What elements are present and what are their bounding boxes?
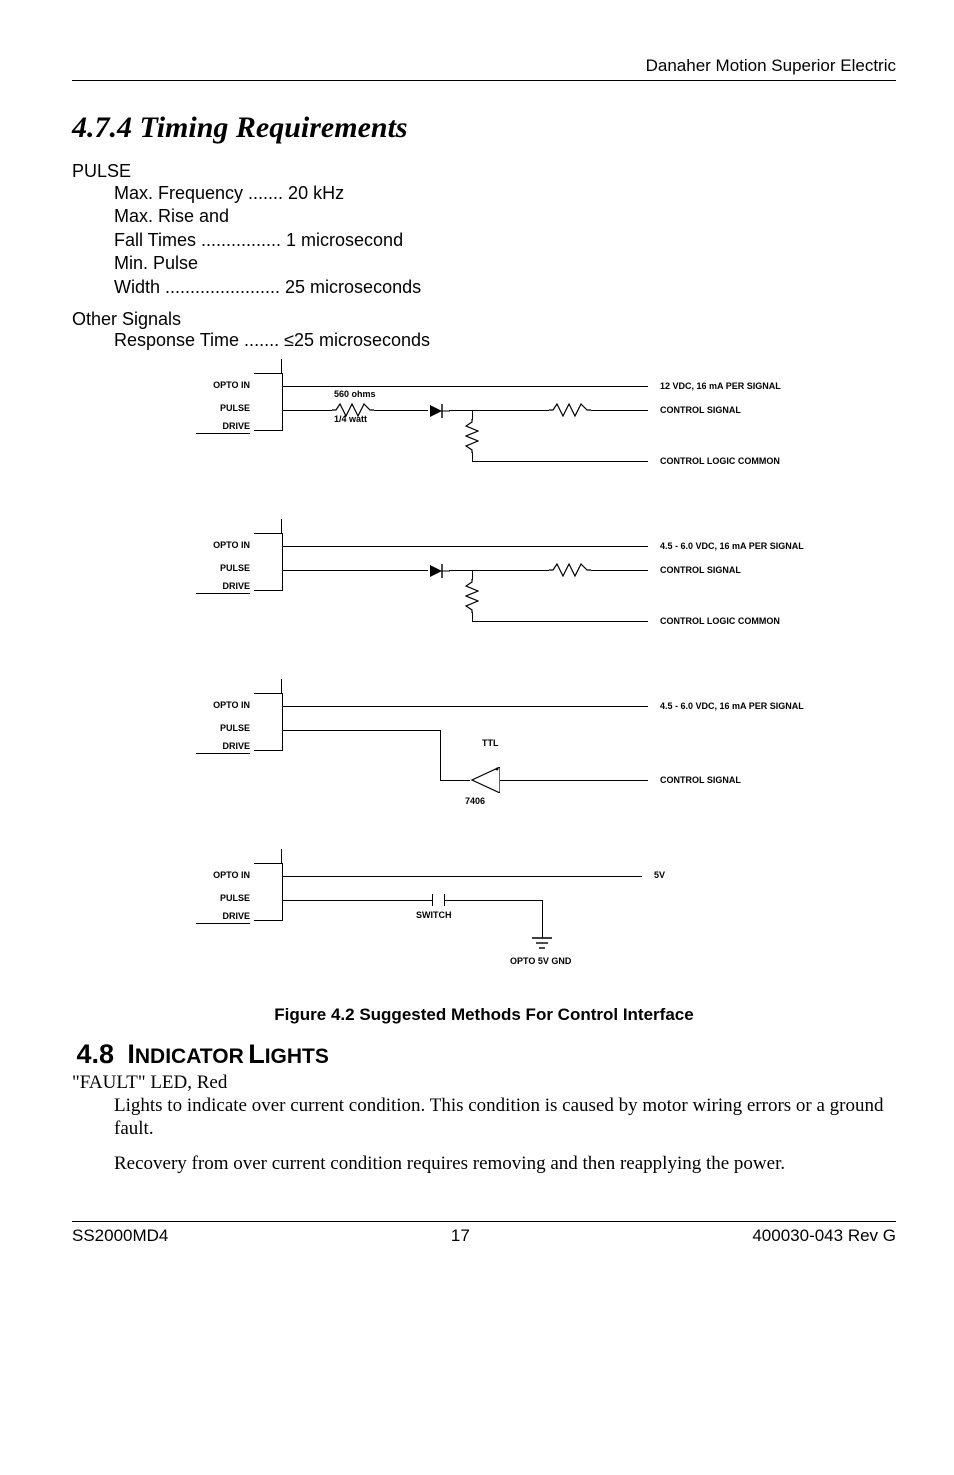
diagrams-container: OPTO IN PULSE DRIVE 12 VDC, 16 mA PER SI…	[182, 359, 862, 999]
d1-res-label: 560 ohms	[334, 390, 376, 400]
d4-pulse: PULSE	[196, 894, 250, 904]
section-title: 4.7.4 Timing Requirements	[72, 111, 896, 145]
d3-ctrl-signal: CONTROL SIGNAL	[660, 776, 741, 786]
d1-res-watt: 1/4 watt	[334, 415, 367, 425]
d4-switch: SWITCH	[416, 911, 452, 921]
d3-opto-in: OPTO IN	[196, 701, 250, 711]
sec48-num: 4.8	[76, 1039, 114, 1069]
figure-caption: Figure 4.2 Suggested Methods For Control…	[72, 1005, 896, 1025]
d3-7406: 7406	[465, 797, 485, 807]
footer-right: 400030-043 Rev G	[752, 1226, 896, 1246]
d1-sig-12v: 12 VDC, 16 mA PER SIGNAL	[660, 382, 781, 392]
d1-drive: DRIVE	[196, 422, 250, 434]
footer-center: 17	[451, 1226, 470, 1246]
sec48-I: I	[127, 1039, 135, 1069]
pulse-l1: Max. Frequency ....... 20 kHz	[114, 182, 896, 205]
ground-icon	[530, 937, 554, 951]
d1-opto-in: OPTO IN	[196, 381, 250, 391]
page-header: Danaher Motion Superior Electric	[72, 56, 896, 81]
resistor-h2-icon	[549, 403, 591, 417]
d4-opto-in: OPTO IN	[196, 871, 250, 881]
sec48-ights: IGHTS	[265, 1045, 329, 1068]
diode2-icon	[428, 563, 450, 579]
d4-drive: DRIVE	[196, 912, 250, 924]
d3-drive: DRIVE	[196, 742, 250, 754]
leq-symbol: ≤	[284, 330, 294, 350]
resistor-h3-icon	[549, 563, 591, 577]
sec48-ndicator: NDICATOR	[135, 1045, 244, 1068]
oc-buffer-icon	[470, 767, 500, 793]
d1-ctrl-signal: CONTROL SIGNAL	[660, 406, 741, 416]
d3-pulse: PULSE	[196, 724, 250, 734]
d1-ctrl-common: CONTROL LOGIC COMMON	[660, 457, 780, 467]
pulse-l3: Fall Times ................ 1 microsecon…	[114, 229, 896, 252]
d2-ctrl-common: CONTROL LOGIC COMMON	[660, 617, 780, 627]
pulse-l5: Width ....................... 25 microse…	[114, 276, 896, 299]
fault-led-label: "FAULT" LED, Red	[72, 1072, 896, 1094]
d2-ctrl-signal: CONTROL SIGNAL	[660, 566, 741, 576]
para1: Lights to indicate over current conditio…	[114, 1094, 896, 1140]
footer-left: SS2000MD4	[72, 1226, 168, 1246]
d1-pulse: PULSE	[196, 404, 250, 414]
pulse-l4: Min. Pulse	[114, 252, 896, 275]
d2-pulse: PULSE	[196, 564, 250, 574]
response-value: 25 microseconds	[294, 330, 430, 350]
d2-sig-45: 4.5 - 6.0 VDC, 16 mA PER SIGNAL	[660, 542, 804, 552]
d2-drive: DRIVE	[196, 582, 250, 594]
para2: Recovery from over current condition req…	[114, 1152, 896, 1175]
d4-opto-gnd: OPTO 5V GND	[510, 957, 571, 967]
resistor-v2-icon	[465, 579, 479, 613]
other-signals-heading: Other Signals	[72, 309, 896, 330]
diode-icon	[428, 403, 450, 419]
d2-opto-in: OPTO IN	[196, 541, 250, 551]
pulse-l2: Max. Rise and	[114, 205, 896, 228]
section-4-8-title: 4.8 INDICATOR LIGHTS	[72, 1039, 896, 1070]
response-label: Response Time .......	[114, 330, 279, 350]
resistor-v-icon	[465, 419, 479, 453]
pulse-heading: PULSE	[72, 161, 896, 182]
d3-sig-45: 4.5 - 6.0 VDC, 16 mA PER SIGNAL	[660, 702, 804, 712]
page-footer: SS2000MD4 17 400030-043 Rev G	[72, 1221, 896, 1246]
d3-ttl: TTL	[482, 739, 499, 749]
sec48-L: L	[248, 1039, 265, 1069]
d4-5v: 5V	[654, 871, 665, 881]
